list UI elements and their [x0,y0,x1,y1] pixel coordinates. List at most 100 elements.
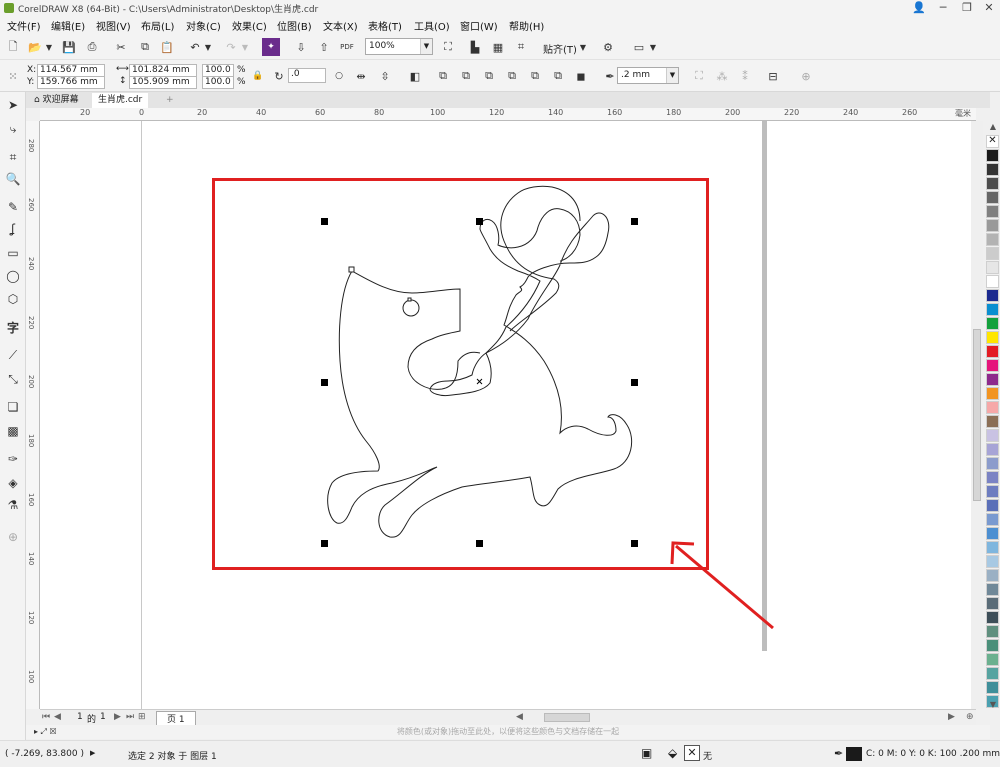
snap-to-button[interactable]: 贴齐(T) [543,41,577,56]
color-swatch[interactable] [986,373,999,386]
export-icon[interactable]: ⇧ [315,38,333,56]
smart-fill-icon[interactable]: ⚗ [4,496,22,514]
print-icon[interactable]: ⎙ [83,38,101,56]
mirror-vertical-icon[interactable]: ⇳ [376,67,394,85]
horizontal-scroll-thumb[interactable] [544,713,590,722]
open-icon[interactable]: 📂 [26,38,44,56]
color-swatch[interactable] [986,219,999,232]
menu-bitmaps[interactable]: 位图(B) [277,18,312,33]
add-page-icon[interactable]: ⊞ [138,712,146,722]
color-swatch[interactable] [986,597,999,610]
connector-tool-icon[interactable]: ⤡ [4,370,22,388]
palette-scroll-down-icon[interactable]: ▼ [987,700,999,712]
color-swatch[interactable] [986,457,999,470]
text-tool-icon[interactable]: 字 [4,318,22,336]
boundary-icon[interactable]: ◼ [572,67,590,85]
color-swatch[interactable] [986,345,999,358]
outline-color-swatch[interactable] [846,747,862,761]
color-swatch[interactable] [986,485,999,498]
color-swatch[interactable] [986,359,999,372]
redo-icon[interactable]: ↷ [222,38,240,56]
drop-shadow-icon[interactable]: ❏ [4,398,22,416]
menu-object[interactable]: 对象(C) [186,18,221,33]
menu-view[interactable]: 视图(V) [96,18,131,33]
align-distribute-icon[interactable]: ⊟ [764,67,782,85]
ellipse-tool-icon[interactable]: ◯ [4,267,22,285]
restore-button[interactable]: ❐ [956,0,978,16]
object-origin-icon[interactable]: ⁙ [4,67,22,85]
color-swatch[interactable] [986,527,999,540]
customize-add-icon[interactable]: ⊕ [4,528,22,546]
polygon-tool-icon[interactable]: ⬡ [4,290,22,308]
ungroup-icon[interactable]: ⁑ [736,67,754,85]
color-swatch[interactable] [986,317,999,330]
zoom-navigator-icon[interactable]: ⊕ [966,712,974,722]
color-swatch[interactable] [986,401,999,414]
color-swatch[interactable] [986,331,999,344]
undo-icon[interactable]: ↶ [186,38,204,56]
color-swatch[interactable] [986,233,999,246]
color-proofing-icon[interactable]: ▣ [641,746,652,760]
show-rulers-icon[interactable]: ▙ [466,38,484,56]
menu-help[interactable]: 帮助(H) [509,18,544,33]
close-button[interactable]: ✕ [978,0,1000,16]
color-swatch[interactable] [986,443,999,456]
first-page-icon[interactable]: ⏮ [42,712,50,722]
eyedropper-tool-icon[interactable]: ✑ [4,450,22,468]
color-swatch[interactable] [986,583,999,596]
group-icon[interactable]: ⁂ [713,67,731,85]
color-swatch[interactable] [986,681,999,694]
account-icon[interactable]: 👤 [908,0,930,16]
menu-file[interactable]: 文件(F) [7,18,41,33]
color-swatch[interactable] [986,555,999,568]
tab-document[interactable]: 生肖虎.cdr [92,93,149,108]
palette-scroll-up-icon[interactable]: ▲ [987,122,999,134]
menu-table[interactable]: 表格(T) [368,18,402,33]
no-color-swatch[interactable]: ✕ [986,135,999,148]
rotation-field[interactable]: .0 [288,68,326,83]
open-dropdown-icon[interactable]: ▼ [44,38,54,56]
status-expand-icon[interactable]: ▶ [90,749,95,757]
minimize-button[interactable]: ─ [932,0,954,16]
height-field[interactable]: 105.909 mm [129,76,197,89]
color-swatch[interactable] [986,261,999,274]
color-swatch[interactable] [986,177,999,190]
scroll-left-icon[interactable]: ◀ [516,712,523,722]
break-apart-icon[interactable]: ⛶ [690,67,708,85]
outline-pen-status-icon[interactable]: ✒ [834,747,843,760]
show-guidelines-icon[interactable]: ⌗ [512,38,530,56]
color-swatch[interactable] [986,513,999,526]
zoom-tool-icon[interactable]: 🔍 [4,170,22,188]
publish-pdf-icon[interactable]: PDF [338,38,356,56]
color-swatch[interactable] [986,569,999,582]
menu-tools[interactable]: 工具(O) [414,18,450,33]
add-icon[interactable]: ⊕ [797,67,815,85]
color-swatch[interactable] [986,429,999,442]
search-content-icon[interactable]: ✦ [262,38,280,56]
save-icon[interactable]: 💾 [60,38,78,56]
import-icon[interactable]: ⇩ [292,38,310,56]
color-swatch[interactable] [986,541,999,554]
horizontal-ruler[interactable]: 20 0 20 40 60 80 100 120 140 160 180 200… [40,108,976,121]
color-swatch[interactable] [986,303,999,316]
launcher-dropdown-icon[interactable]: ▼ [648,38,658,56]
lock-ratio-icon[interactable]: 🔒 [249,67,267,85]
crop-tool-icon[interactable]: ⌗ [4,148,22,166]
rectangle-tool-icon[interactable]: ▭ [4,244,22,262]
trim-icon[interactable]: ⧉ [457,67,475,85]
color-swatch[interactable] [986,667,999,680]
mirror-horizontal-icon[interactable]: ⇹ [352,67,370,85]
freehand-tool-icon[interactable]: ✎ [4,198,22,216]
options-gear-icon[interactable]: ⚙ [599,38,617,56]
color-swatch[interactable] [986,149,999,162]
no-fill-swatch[interactable]: ✕ [684,745,700,761]
interactive-fill-icon[interactable]: ◈ [4,474,22,492]
simplify-icon[interactable]: ⧉ [503,67,521,85]
prev-page-icon[interactable]: ◀ [54,712,61,722]
menu-window[interactable]: 窗口(W) [460,18,498,33]
new-document-icon[interactable]: 🗋 [4,38,22,56]
color-swatch[interactable] [986,471,999,484]
parallel-dimension-icon[interactable]: ⟋ [4,346,22,364]
full-screen-icon[interactable]: ⛶ [439,38,457,56]
fill-bucket-icon[interactable]: ⬙ [668,746,677,760]
